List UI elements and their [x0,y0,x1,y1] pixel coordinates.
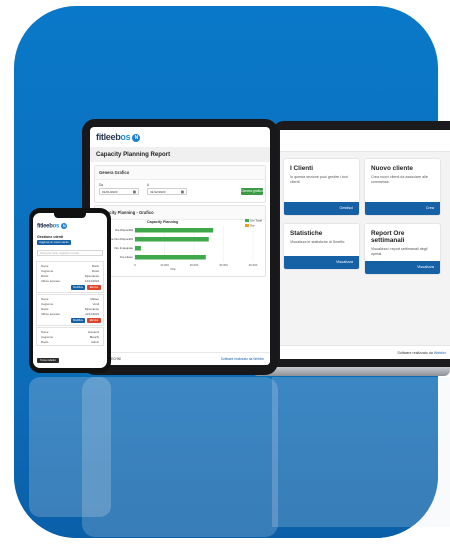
logo-text: fitleeb [37,223,53,230]
to-label: A [147,183,150,187]
legend-swatch [245,219,249,222]
card-nuovo-cliente: Nuovo cliente Crea nuovi clienti da asso… [364,158,441,216]
bar [135,237,209,242]
footer-brand-link[interactable]: Webfox [434,351,446,355]
record-row: Cognome Bianchi [41,335,99,339]
legend-swatch [245,224,249,227]
card-title: I Clienti [290,165,314,172]
laptop-device: I Clienti In questa sezione puoi gestire… [272,121,450,369]
bar [135,255,206,260]
logo-text-accent: os [120,132,131,142]
category-label: Ore Disponibili [115,228,134,232]
x-tick-label: 40.000 [249,263,258,267]
x-tick-label: 20.000 [190,263,199,267]
add-user-button[interactable]: Aggiungi un nuovo utente [37,240,71,245]
laptop-reflection [272,377,450,527]
footer-text: Software realizzato da [397,351,433,355]
calendar-icon[interactable]: ▦ [133,190,136,194]
bar [135,228,214,233]
delete-button[interactable]: Elimina [87,285,101,290]
to-date-value: 31/12/2020 [150,190,166,194]
from-label: Da [99,183,104,187]
record-row: Ruolo Dipendente [41,274,99,278]
section-title: Gestione utenti [37,235,64,239]
edit-button[interactable]: Modifica [71,285,85,290]
record-row: Cognome Verdi [41,302,99,306]
record-row: Nome Matteo [41,297,99,301]
x-tick-label: 0 [134,263,136,267]
phone-device: fitleebos N Gestione utenti Aggiungi un n… [29,208,111,373]
card-text: Visualizza i report settimanali degli op… [371,247,428,256]
x-tick-label: 30.000 [219,263,228,267]
phone-reflection [29,377,111,517]
gestisci-button[interactable]: Gestisci [284,202,359,215]
x-tick-label: 10.000 [160,263,169,267]
capacity-chart: Capacity Planning 0 10.000 20.000 30.000 40.0… [109,219,262,271]
legend-label: Ore [250,224,255,228]
card-title: Report Ore settimanali [371,230,405,244]
footer-credit[interactable]: Software realizzato da Webfox [221,357,264,361]
edit-button[interactable]: Modifica [71,318,85,323]
card-title: Statistiche [290,230,323,237]
app-logo[interactable]: fitleebos N [37,223,67,230]
laptop-footer: Software realizzato da Webfox [280,345,450,359]
card-text: In questa sezione puoi gestire i tuoi cl… [290,175,348,184]
laptop-screen: I Clienti In questa sezione puoi gestire… [280,130,450,359]
tablet-reflection [82,377,278,537]
back-button[interactable]: Torna indietro [37,358,59,363]
user-card: Nome Matteo Cognome Verdi Ruolo Dipendente … [36,294,104,326]
card-statistiche: Statistiche Visualizza le statistiche di… [283,223,360,270]
category-label: Ore Libere [120,255,134,259]
category-label: Ore Non Disponibili [109,237,133,241]
tablet-footer: © 2024 - TECHNI Software realizzato da W… [90,352,270,365]
visualizza-statistiche-button[interactable]: Visualizza [284,256,359,269]
app-logo[interactable]: fitleebos N [96,132,141,142]
laptop-header [280,130,450,152]
page-title: Capacity Planning Report [90,147,270,162]
card-title: Nuovo cliente [371,165,413,172]
visualizza-report-button[interactable]: Visualizza [365,261,440,274]
logo-text-accent: os [52,223,60,230]
bar [135,246,141,251]
delete-button[interactable]: Elimina [87,318,101,323]
card-text: Visualizza le statistiche di Smelfo. [290,240,346,244]
chart-panel: Capacity Planning - Grafico Capacity Pla… [94,205,266,277]
from-date-value: 01/01/2020 [102,190,118,194]
user-card: Nome Mario Cognome Rossi Ruolo Dipendente U… [36,261,104,293]
card-clienti: I Clienti In questa sezione puoi gestire… [283,158,360,216]
record-row: Nome Giovanni [41,330,99,334]
filter-panel: Genera Grafico Da 01/01/2020 ▦ A 31/12/2… [94,165,266,203]
search-input[interactable]: Cerca per nome, cognome o email... [37,250,103,256]
genera-grafico-button[interactable]: Genera grafico [241,188,263,195]
category-label: Ore Impegnate [114,246,133,250]
record-row: Ultimo accesso 11/12/2023 [41,312,99,316]
record-row: Cognome Rossi [41,269,99,273]
crea-button[interactable]: Crea [365,202,440,215]
to-date-input[interactable]: 31/12/2020 ▦ [147,188,187,195]
record-row: Ruolo Dipendente [41,307,99,311]
legend-label: Ore Totali [250,219,262,223]
chart-title: Capacity Planning [147,220,178,224]
x-axis-label: Ore [170,267,175,271]
phone-screen: fitleebos N Gestione utenti Aggiungi un n… [33,213,107,368]
from-date-input[interactable]: 01/01/2020 ▦ [99,188,139,195]
laptop-base [252,367,450,376]
filter-panel-header: Genera Grafico [95,166,265,180]
record-row: Nome Mario [41,264,99,268]
tablet-device: fitleebos N Capacity Planning Report Gene… [82,119,278,375]
tablet-screen: fitleebos N Capacity Planning Report Gene… [90,127,270,365]
phone-notch [54,213,86,218]
logo-badge-icon: N [132,133,141,142]
logo-text: fitleeb [96,132,121,142]
calendar-icon[interactable]: ▦ [181,190,184,194]
user-card: Nome Giovanni Cognome Bianchi Ruolo Admin [36,327,104,346]
card-report-ore: Report Ore settimanali Visualizza i repo… [364,223,441,275]
card-text: Crea nuovi clienti da associare alle com… [371,175,428,184]
record-row: Ruolo Admin [41,340,99,344]
logo-badge-icon: N [60,223,67,229]
record-row: Ultimo accesso 12/12/2023 [41,279,99,283]
